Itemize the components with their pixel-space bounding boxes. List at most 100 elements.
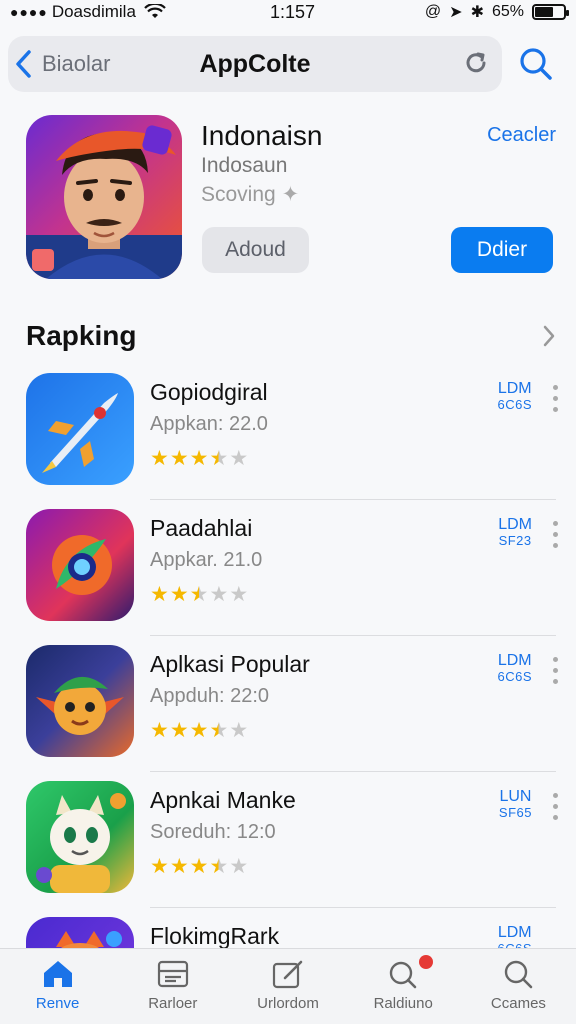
- chevron-left-icon: [16, 50, 31, 78]
- home-icon: [43, 961, 72, 987]
- tab-notifications[interactable]: Raldiuno: [346, 949, 461, 1024]
- list-item[interactable]: Apnkai Manke Soreduh: 12:0 ★ ★ ★ ★ ★ LUN SF65: [0, 776, 576, 912]
- star-icon: ★: [169, 719, 189, 742]
- get-label-top: LUN: [499, 788, 532, 805]
- get-button[interactable]: LDM6C6S: [497, 653, 532, 685]
- get-button[interactable]: LDM6C6S: [497, 381, 532, 413]
- more-icon[interactable]: [553, 793, 558, 820]
- featured-app: Indonaisn Indosaun Scoving ✦ Ceacler Ado…: [0, 112, 576, 282]
- status-bar: ●●●● Doasdimila 1:157 @ ➤ ✱ 65%: [0, 0, 576, 24]
- location-icon: ➤: [449, 4, 463, 21]
- divider: [150, 771, 556, 772]
- star-empty-icon: ★: [229, 855, 249, 878]
- sparkle-icon: ✦: [281, 183, 300, 206]
- rating-stars: ★ ★ ★ ★ ★: [150, 856, 248, 877]
- get-button[interactable]: LUN SF65: [499, 789, 532, 821]
- status-time: 1:157: [270, 2, 316, 22]
- featured-app-subtitle: Indosaun: [201, 154, 288, 177]
- star-icon: ★: [189, 447, 209, 470]
- search-badge-icon: [390, 961, 417, 989]
- rating-stars: ★ ★ ★ ★ ★: [150, 584, 248, 605]
- get-label-bottom: SF65: [498, 805, 532, 820]
- get-label-bottom: 6C6S: [497, 669, 532, 684]
- tab-search[interactable]: Ccames: [461, 949, 576, 1024]
- star-empty-icon: ★: [229, 719, 249, 742]
- search-icon: [505, 960, 533, 989]
- star-icon: ★: [189, 719, 209, 742]
- tab-edit[interactable]: Urlordom: [230, 949, 345, 1024]
- tab-bar: Renve Rarloer Urlordom Raldiuno Ccames: [0, 948, 576, 1024]
- get-label-bottom: 6C6S: [497, 397, 532, 412]
- app-icon-rocket[interactable]: [26, 373, 134, 485]
- list-item[interactable]: Aplkasi Popular Appduh: 22:0 ★ ★ ★ ★ ★ LDM 6C…: [0, 640, 576, 776]
- featured-secondary-button[interactable]: Adoud: [202, 227, 309, 273]
- battery-text: 65%: [491, 3, 524, 20]
- star-icon: ★: [150, 583, 169, 606]
- tab-label: Urlordom: [257, 995, 319, 1012]
- back-button[interactable]: Biaolar: [14, 49, 110, 79]
- featured-app-meta: Scoving ✦: [201, 182, 299, 207]
- swirl-icon: [52, 535, 112, 595]
- get-label-top: LDM: [498, 516, 532, 533]
- section-header[interactable]: Rapking: [26, 316, 556, 356]
- featured-app-icon[interactable]: [26, 115, 182, 279]
- tab-label: Raldiuno: [373, 995, 433, 1012]
- app-subtitle: Appduh: 22:0: [150, 685, 269, 707]
- app-icon-swirl[interactable]: [26, 509, 134, 621]
- section-title: Rapking: [26, 320, 137, 351]
- more-icon[interactable]: [553, 521, 558, 548]
- star-icon: ★: [189, 855, 209, 878]
- back-label: Biaolar: [42, 51, 111, 76]
- app-name: Apnkai Manke: [150, 787, 296, 813]
- featured-meta-text: Scoving: [201, 183, 276, 206]
- rating-stars: ★ ★ ★ ★ ★: [150, 720, 248, 741]
- star-empty-icon: ★: [229, 583, 249, 606]
- elf-icon: [36, 676, 124, 735]
- tab-home[interactable]: Renve: [0, 949, 115, 1024]
- search-icon[interactable]: [518, 44, 554, 84]
- star-icon: ★: [169, 583, 189, 606]
- signal-dots-icon: ●●●●: [10, 4, 48, 20]
- star-icon: ★: [150, 447, 169, 470]
- star-half-icon: ★: [189, 583, 209, 606]
- chevron-right-icon[interactable]: [542, 324, 556, 348]
- rating-stars: ★ ★ ★ ★ ★: [150, 448, 248, 469]
- get-button[interactable]: LDM SF23: [498, 517, 532, 549]
- list-item[interactable]: Gopiodgiral Appkan: 22.0 ★ ★ ★ ★ ★ LDM 6C6S: [0, 368, 576, 504]
- tab-label: Ccames: [490, 995, 546, 1012]
- app-subtitle: Appkar. 21.0: [150, 549, 263, 571]
- avatar-illustration: [26, 125, 182, 279]
- featured-app-title: Indonaisn: [201, 120, 323, 151]
- app-icon-elf[interactable]: [26, 645, 134, 757]
- star-icon: ★: [150, 855, 169, 878]
- divider: [150, 499, 556, 500]
- app-name: Aplkasi Popular: [150, 651, 310, 677]
- wifi-icon: [144, 4, 166, 18]
- app-icon-creature[interactable]: [26, 781, 134, 893]
- divider: [150, 635, 556, 636]
- carrier-name: Doasdimila: [51, 2, 136, 21]
- app-name: Paadahlai: [150, 515, 253, 541]
- divider: [150, 907, 556, 908]
- featured-link[interactable]: Ceacler: [487, 124, 556, 147]
- tab-label: Renve: [35, 995, 80, 1012]
- nav-bar: Biaolar AppColte: [8, 36, 502, 92]
- get-label-top: LDM: [497, 652, 532, 669]
- refresh-icon[interactable]: [462, 49, 490, 77]
- battery-fill: [535, 7, 554, 17]
- star-icon: ★: [169, 855, 189, 878]
- get-label-top: LDM: [497, 380, 532, 397]
- at-icon: @: [424, 3, 442, 20]
- battery-icon: [532, 4, 569, 20]
- more-icon[interactable]: [553, 385, 558, 412]
- star-icon: ★: [150, 719, 169, 742]
- rocket-icon: [42, 393, 118, 473]
- star-empty-icon: ★: [229, 447, 249, 470]
- tab-inbox[interactable]: Rarloer: [115, 949, 230, 1024]
- featured-primary-button[interactable]: Ddier: [451, 227, 553, 273]
- list-item[interactable]: Paadahlai Appkar. 21.0 ★ ★ ★ ★ ★ LDM SF23: [0, 504, 576, 640]
- more-icon[interactable]: [553, 657, 558, 684]
- tab-label: Rarloer: [148, 995, 198, 1012]
- bluetooth-icon: ✱: [470, 4, 484, 21]
- app-list: Gopiodgiral Appkan: 22.0 ★ ★ ★ ★ ★ LDM 6C6S P…: [0, 368, 576, 1024]
